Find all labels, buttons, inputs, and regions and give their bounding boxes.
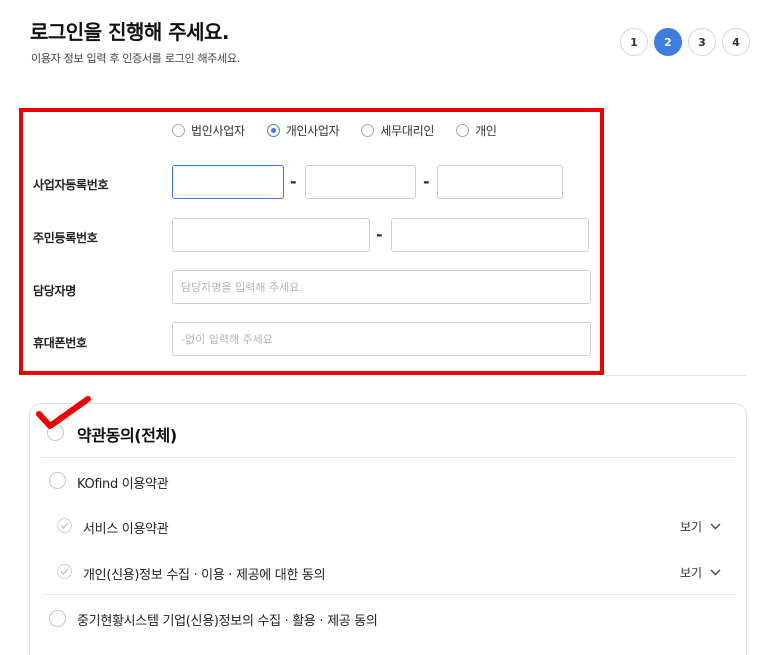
step-2-current: 2 (654, 28, 682, 56)
phone-field[interactable] (172, 322, 591, 356)
business-number-field-2[interactable] (305, 165, 416, 199)
view-label: 보기 (680, 520, 703, 534)
service-terms-view-button[interactable]: 보기 (680, 518, 721, 535)
resident-number-label: 주민등록번호 (33, 231, 98, 245)
radio-individual-business[interactable]: 개인사업자 (266, 122, 340, 139)
radio-label: 세무대리인 (380, 124, 435, 138)
company-info-terms-label[interactable]: 중기현황시스템 기업(신용)정보의 수집 · 활용 · 제공 동의 (77, 610, 378, 629)
page-subtitle: 이용자 정보 입력 후 인증서를 로그인 해주세요. (31, 52, 240, 65)
radio-circle (172, 124, 185, 137)
privacy-terms-label: 개인(신용)정보 수집 · 이용 · 제공에 대한 동의 (83, 568, 326, 583)
radio-corporate-business[interactable]: 법인사업자 (172, 122, 245, 139)
view-label: 보기 (680, 566, 703, 580)
step-1: 1 (620, 28, 648, 56)
check-icon (60, 522, 69, 529)
page-title: 로그인을 진행해 주세요. (30, 20, 230, 44)
dash-separator: - (423, 172, 430, 191)
phone-label: 휴대폰번호 (33, 336, 87, 350)
radio-circle-selected (266, 124, 280, 137)
manager-name-label: 담당자명 (33, 284, 76, 298)
terms-divider (42, 457, 736, 458)
service-terms-checkbox[interactable] (57, 518, 72, 533)
dash-separator: - (290, 172, 297, 191)
privacy-terms-view-button[interactable]: 보기 (680, 564, 721, 581)
step-4: 4 (722, 28, 750, 56)
radio-label: 법인사업자 (191, 124, 245, 138)
terms-divider (42, 594, 736, 595)
chevron-down-icon (710, 523, 721, 530)
radio-label: 개인사업자 (285, 124, 340, 138)
step-3: 3 (688, 28, 716, 56)
radio-tax-agent[interactable]: 세무대리인 (361, 122, 434, 139)
radio-circle (456, 124, 470, 137)
kofind-terms-label[interactable]: KOfind 이용약관 (77, 473, 169, 492)
service-terms-label: 서비스 이용약관 (83, 522, 169, 537)
red-check-mark-icon (36, 396, 91, 429)
company-info-terms-checkbox[interactable] (49, 610, 66, 627)
dash-separator: - (376, 225, 383, 244)
user-type-radio-group: 법인사업자 개인사업자 세무대리인 개인 (172, 122, 519, 139)
resident-number-field-1[interactable] (172, 218, 370, 252)
manager-name-field[interactable] (172, 270, 591, 304)
kofind-terms-checkbox[interactable] (49, 472, 66, 489)
step-indicator: 1 2 3 4 (620, 28, 750, 56)
chevron-down-icon (710, 569, 721, 576)
section-divider (604, 375, 746, 376)
business-number-field-3[interactable] (437, 165, 563, 199)
resident-number-field-2[interactable] (391, 218, 589, 252)
radio-individual[interactable]: 개인 (456, 122, 497, 139)
radio-circle (361, 124, 375, 137)
privacy-terms-checkbox[interactable] (57, 564, 72, 579)
radio-label: 개인 (475, 124, 497, 138)
business-number-field-1[interactable] (172, 165, 284, 199)
check-icon (60, 568, 69, 575)
business-number-label: 사업자등록번호 (33, 178, 109, 192)
